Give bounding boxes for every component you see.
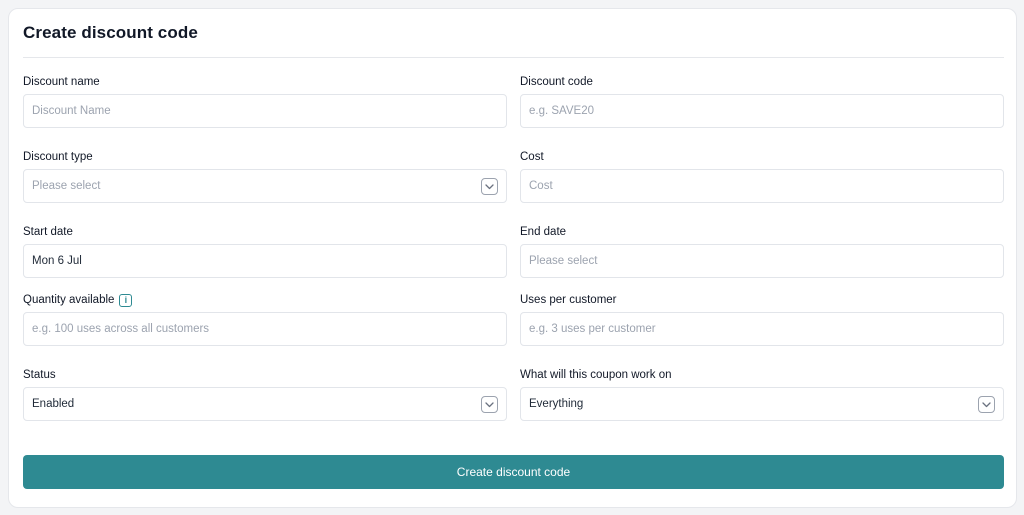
chevron-down-icon[interactable] <box>978 396 995 413</box>
uses-per-customer-label: Uses per customer <box>520 294 617 306</box>
start-date-input[interactable]: Mon 6 Jul <box>23 244 507 278</box>
quantity-available-input[interactable]: e.g. 100 uses across all customers <box>23 312 507 346</box>
discount-type-select[interactable]: Please select <box>23 169 507 203</box>
status-field: Status Enabled <box>23 367 507 421</box>
start-date-label: Start date <box>23 226 73 238</box>
page-title: Create discount code <box>23 23 198 42</box>
end-date-placeholder: Please select <box>529 255 598 267</box>
create-discount-code-button[interactable]: Create discount code <box>23 455 1004 489</box>
cost-input[interactable]: Cost <box>520 169 1004 203</box>
discount-name-label: Discount name <box>23 76 100 88</box>
chevron-down-icon[interactable] <box>481 396 498 413</box>
cost-placeholder: Cost <box>529 180 553 192</box>
quantity-available-label: Quantity available <box>23 294 115 306</box>
status-value: Enabled <box>32 398 75 410</box>
uses-per-customer-input[interactable]: e.g. 3 uses per customer <box>520 312 1004 346</box>
start-date-value: Mon 6 Jul <box>32 255 82 267</box>
end-date-label: End date <box>520 226 567 238</box>
chevron-down-icon[interactable] <box>481 178 498 195</box>
quantity-available-field: Quantity available i e.g. 100 uses acros… <box>23 292 507 346</box>
discount-name-field: Discount name Discount Name <box>23 74 507 128</box>
uses-per-customer-placeholder: e.g. 3 uses per customer <box>529 323 656 335</box>
quantity-available-placeholder: e.g. 100 uses across all customers <box>32 323 210 335</box>
cost-label: Cost <box>520 151 544 163</box>
discount-type-label: Discount type <box>23 151 93 163</box>
uses-per-customer-field: Uses per customer e.g. 3 uses per custom… <box>520 292 1004 346</box>
discount-code-input[interactable]: e.g. SAVE20 <box>520 94 1004 128</box>
status-select[interactable]: Enabled <box>23 387 507 421</box>
discount-code-placeholder: e.g. SAVE20 <box>529 105 594 117</box>
start-date-field: Start date Mon 6 Jul <box>23 224 507 278</box>
create-discount-card: Create discount code Discount name Disco… <box>8 8 1017 508</box>
discount-name-input[interactable]: Discount Name <box>23 94 507 128</box>
status-label: Status <box>23 369 56 381</box>
applies-to-field: What will this coupon work on Everything <box>520 367 1004 421</box>
end-date-field: End date Please select <box>520 224 1004 278</box>
title-divider <box>23 57 1004 58</box>
discount-code-field: Discount code e.g. SAVE20 <box>520 74 1004 128</box>
applies-to-label: What will this coupon work on <box>520 369 672 381</box>
applies-to-value: Everything <box>529 398 584 410</box>
cost-field: Cost Cost <box>520 149 1004 203</box>
quantity-available-label-row: Quantity available i <box>23 292 507 308</box>
info-icon[interactable]: i <box>119 293 133 307</box>
discount-type-field: Discount type Please select <box>23 149 507 203</box>
discount-code-label: Discount code <box>520 76 593 88</box>
applies-to-select[interactable]: Everything <box>520 387 1004 421</box>
end-date-input[interactable]: Please select <box>520 244 1004 278</box>
discount-type-placeholder: Please select <box>32 180 101 192</box>
discount-name-placeholder: Discount Name <box>32 105 111 117</box>
